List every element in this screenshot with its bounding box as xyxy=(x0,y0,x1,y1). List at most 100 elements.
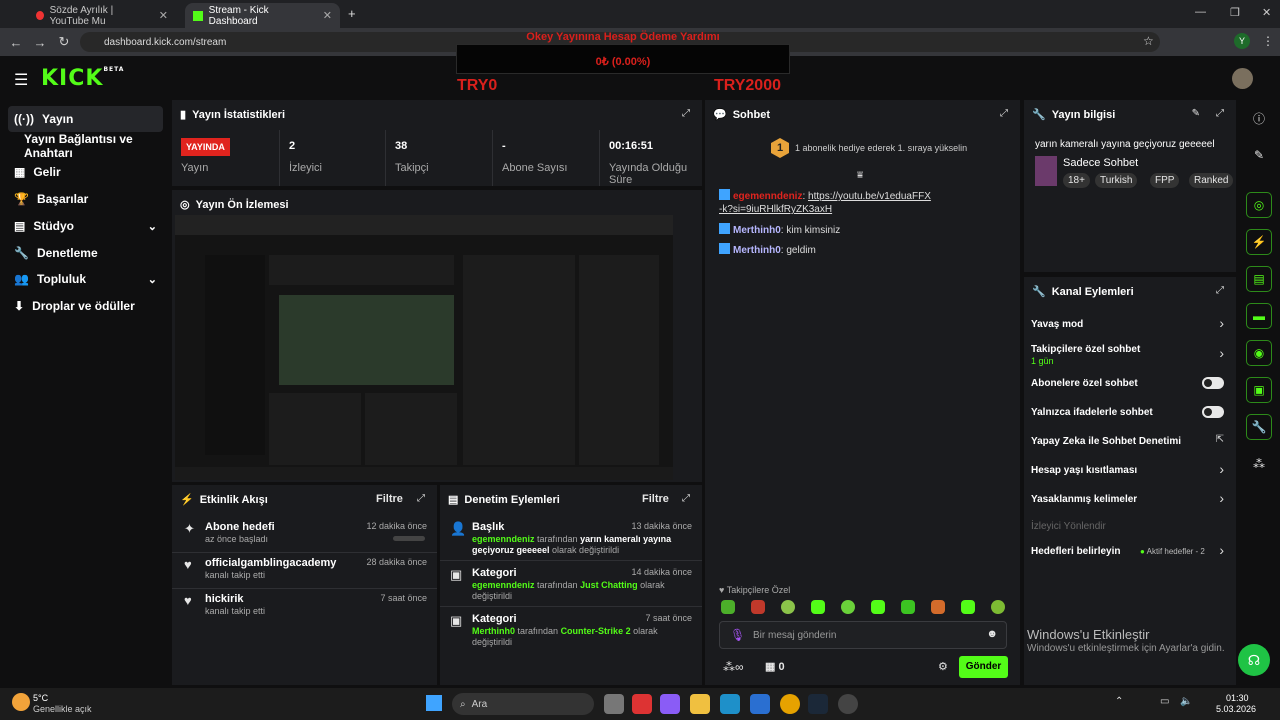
emoji-icon[interactable]: ☻ xyxy=(986,628,998,640)
app-icon[interactable] xyxy=(838,694,858,714)
tag[interactable]: Turkish xyxy=(1095,173,1138,188)
tab-youtube[interactable]: Sözde Ayrılık | YouTube Mu ✕ xyxy=(28,3,176,28)
chat-username[interactable]: Merthinh0 xyxy=(733,245,781,256)
reload-icon[interactable]: ↻ xyxy=(52,34,76,50)
file-explorer-icon[interactable] xyxy=(690,694,710,714)
task-view-icon[interactable] xyxy=(604,694,624,714)
chat-input[interactable]: 🎙 Bir mesaj gönderin ☻ xyxy=(719,621,1007,649)
filter-icon[interactable]: ⩸ xyxy=(857,170,863,181)
broadcast-icon[interactable]: ◉ xyxy=(1246,340,1272,366)
expand-icon[interactable]: ⤢ xyxy=(417,493,425,504)
chat-icon[interactable]: ▬ xyxy=(1246,303,1272,329)
app-icon[interactable] xyxy=(632,694,652,714)
emote[interactable] xyxy=(751,600,765,614)
user-avatar[interactable] xyxy=(1232,68,1253,89)
emotes-only-toggle[interactable] xyxy=(1202,406,1224,418)
tray-chevron-icon[interactable]: ⌃ xyxy=(1115,696,1123,707)
emote[interactable] xyxy=(871,600,885,614)
stream-preview-video[interactable] xyxy=(175,215,673,480)
taskbar-search[interactable]: ⌕ Ara xyxy=(452,693,594,715)
hamburger-icon[interactable]: ☰ xyxy=(14,70,28,90)
expand-icon[interactable]: ⤢ xyxy=(1216,108,1224,119)
close-icon[interactable]: ✕ xyxy=(323,9,332,22)
sidebar-item-gelir[interactable]: ▦ Gelir xyxy=(8,159,163,185)
emote[interactable] xyxy=(811,600,825,614)
emote[interactable] xyxy=(721,600,735,614)
expand-icon[interactable]: ⤢ xyxy=(1000,108,1008,119)
weather-icon[interactable] xyxy=(12,693,30,711)
infinite-points-icon[interactable]: ⁂∞ xyxy=(723,660,744,674)
moderation-icon[interactable]: ▣ xyxy=(1246,377,1272,403)
action-banned-words[interactable]: Yasaklanmış kelimeler › xyxy=(1024,490,1236,510)
chat-username[interactable]: egemenndeniz xyxy=(733,191,802,202)
gift-counter[interactable]: ▦ 0 xyxy=(765,660,785,673)
bolt-icon[interactable]: ⚡ xyxy=(1246,229,1272,255)
clock-date[interactable]: 5.03.2026 xyxy=(1216,704,1256,714)
emote[interactable] xyxy=(961,600,975,614)
steam-icon[interactable] xyxy=(808,694,828,714)
filter-button[interactable]: Filtre xyxy=(642,493,669,505)
edge-icon[interactable] xyxy=(720,694,740,714)
emote[interactable] xyxy=(991,600,1005,614)
windows-start-icon[interactable] xyxy=(426,695,442,711)
close-icon[interactable]: ✕ xyxy=(159,9,168,22)
action-slow-mode[interactable]: Yavaş mod › xyxy=(1024,315,1236,335)
chat-username[interactable]: Merthinh0 xyxy=(733,225,781,236)
sidebar-item-basarilar[interactable]: 🏆 Başarılar xyxy=(8,186,163,212)
document-icon[interactable]: ▤ xyxy=(1246,266,1272,292)
tag[interactable]: 18+ xyxy=(1063,173,1090,188)
expand-icon[interactable]: ⤢ xyxy=(682,493,690,504)
sidebar-item-droplar[interactable]: ⬇ Droplar ve ödüller xyxy=(8,293,163,319)
network-icon[interactable]: ▭ xyxy=(1160,696,1169,707)
sidebar-item-topluluk[interactable]: 👥 Topluluk ⌄ xyxy=(8,266,163,292)
sidebar-item-yayin[interactable]: ((·)) Yayın xyxy=(8,106,163,132)
forward-icon[interactable]: → xyxy=(28,35,52,50)
bookmark-star-icon[interactable]: ☆ xyxy=(1143,34,1154,48)
subs-only-toggle[interactable] xyxy=(1202,377,1224,389)
minimize-button[interactable]: — xyxy=(1195,6,1206,18)
back-icon[interactable]: ← xyxy=(4,35,28,50)
store-icon[interactable] xyxy=(750,694,770,714)
support-headset-icon[interactable]: ☊ xyxy=(1238,644,1270,676)
sidebar-item-studyo[interactable]: ▤ Stüdyo ⌄ xyxy=(8,213,163,239)
settings-gear-icon[interactable]: ⚙ xyxy=(938,660,948,673)
emote[interactable] xyxy=(841,600,855,614)
profile-avatar[interactable]: Y xyxy=(1234,33,1250,49)
microphone-icon[interactable]: 🎙 xyxy=(730,628,745,642)
action-account-age[interactable]: Hesap yaşı kısıtlaması › xyxy=(1024,461,1236,481)
tag[interactable]: FPP xyxy=(1150,173,1180,188)
filter-button[interactable]: Filtre xyxy=(376,493,403,505)
emote[interactable] xyxy=(931,600,945,614)
points-icon[interactable]: ⁂ xyxy=(1246,451,1272,477)
emote[interactable] xyxy=(901,600,915,614)
category-name[interactable]: Sadece Sohbet xyxy=(1063,157,1138,169)
stat-label: Takipçi xyxy=(395,162,429,174)
send-button[interactable]: Gönder xyxy=(959,656,1008,678)
emote[interactable] xyxy=(781,600,795,614)
kick-logo[interactable]: KICKBETA xyxy=(41,66,124,91)
action-subs-only[interactable]: Abonelere özel sohbet xyxy=(1024,376,1236,394)
expand-icon[interactable]: ⤢ xyxy=(1216,285,1224,296)
sidebar-item-denetleme[interactable]: 🔧 Denetleme xyxy=(8,240,163,266)
maximize-button[interactable]: ❐ xyxy=(1230,6,1240,19)
expand-icon[interactable]: ⤢ xyxy=(682,108,690,119)
action-emotes-only[interactable]: Yalnızca ifadelerle sohbet xyxy=(1024,405,1236,423)
window-close-button[interactable]: ✕ xyxy=(1262,6,1271,19)
wrench-icon[interactable]: 🔧 xyxy=(1246,414,1272,440)
tag[interactable]: Ranked xyxy=(1189,173,1234,188)
action-followers-only[interactable]: Takipçilere özel sohbet 1 gün › xyxy=(1024,343,1236,369)
clock-time[interactable]: 01:30 xyxy=(1226,693,1249,703)
action-ai-moderation[interactable]: Yapay Zeka ile Sohbet Denetimi ⇱ xyxy=(1024,434,1236,452)
tab-kick[interactable]: Stream - Kick Dashboard ✕ xyxy=(185,3,340,28)
menu-icon[interactable]: ⋮ xyxy=(1262,34,1274,48)
info-icon[interactable]: ⓘ xyxy=(1246,105,1272,131)
edit-pencil-icon[interactable]: ✎ xyxy=(1246,142,1272,168)
new-tab-button[interactable]: + xyxy=(348,6,356,21)
sidebar-item-stream-key[interactable]: Yayın Bağlantısı ve Anahtarı xyxy=(18,132,168,160)
volume-icon[interactable]: 🔈 xyxy=(1180,696,1192,707)
camera-icon[interactable]: ◎ xyxy=(1246,192,1272,218)
chrome-icon[interactable] xyxy=(780,694,800,714)
copilot-icon[interactable] xyxy=(660,694,680,714)
action-goals[interactable]: Hedefleri belirleyin ● Aktif hedefler - 2… xyxy=(1024,542,1236,562)
edit-pencil-icon[interactable]: ✎ xyxy=(1192,108,1200,119)
